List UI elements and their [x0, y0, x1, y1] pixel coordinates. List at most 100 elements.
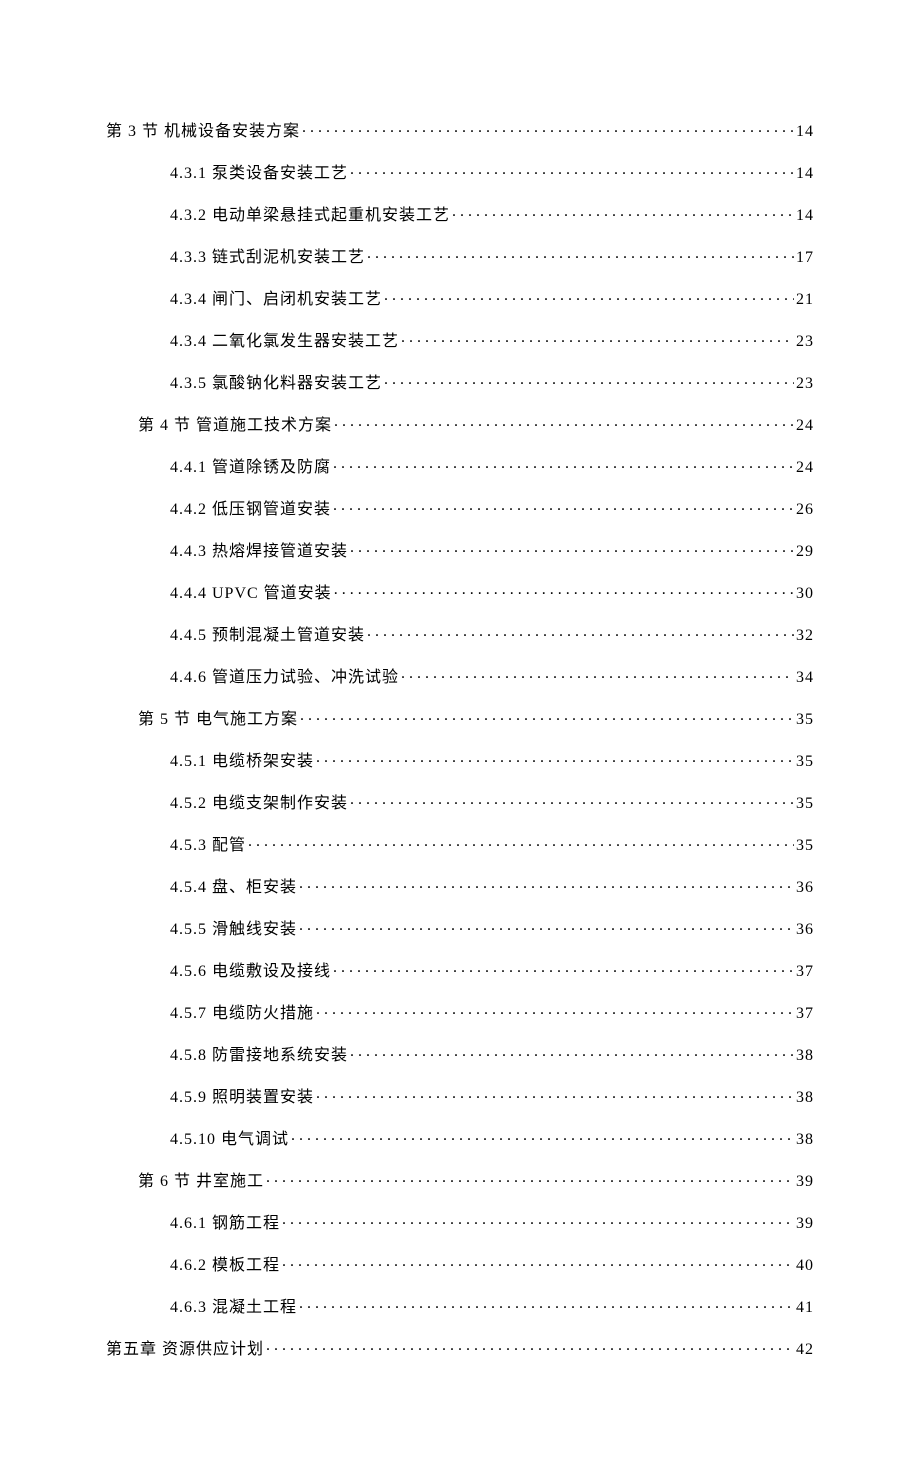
toc-entry-label: 4.3.5 氯酸钠化料器安装工艺: [170, 376, 382, 392]
toc-entry: 4.3.2 电动单梁悬挂式起重机安装工艺 14: [106, 204, 814, 224]
toc-entry: 4.4.2 低压钢管道安装 26: [106, 498, 814, 518]
toc-entry-page: 41: [796, 1300, 814, 1316]
toc-entry-label: 第 6 节 井室施工: [138, 1174, 264, 1190]
toc-leader-dots: [300, 708, 794, 724]
toc-entry-page: 36: [796, 880, 814, 896]
toc-leader-dots: [299, 918, 794, 934]
toc-entry-page: 39: [796, 1216, 814, 1232]
toc-entry-page: 39: [796, 1174, 814, 1190]
toc-entry: 第 5 节 电气施工方案 35: [106, 708, 814, 728]
toc-entry-label: 4.3.3 链式刮泥机安装工艺: [170, 250, 365, 266]
toc-leader-dots: [266, 1170, 794, 1186]
toc-entry: 4.5.4 盘、柜安装 36: [106, 876, 814, 896]
toc-entry-page: 38: [796, 1090, 814, 1106]
toc-entry-page: 23: [796, 334, 814, 350]
toc-leader-dots: [350, 540, 794, 556]
toc-leader-dots: [299, 876, 794, 892]
toc-leader-dots: [384, 372, 794, 388]
toc-entry-label: 第 3 节 机械设备安装方案: [106, 124, 300, 140]
toc-entry: 4.5.10 电气调试 38: [106, 1128, 814, 1148]
toc-entry-label: 第 4 节 管道施工技术方案: [138, 418, 332, 434]
toc-entry-page: 30: [796, 586, 814, 602]
toc-leader-dots: [350, 162, 794, 178]
toc-leader-dots: [401, 666, 794, 682]
toc-entry: 4.4.3 热熔焊接管道安装29: [106, 540, 814, 560]
toc-leader-dots: [367, 246, 794, 262]
toc-entry-page: 37: [796, 964, 814, 980]
toc-entry-page: 17: [796, 250, 814, 266]
toc-leader-dots: [333, 456, 794, 472]
toc-entry-label: 4.5.5 滑触线安装: [170, 922, 297, 938]
toc-entry: 4.5.1 电缆桥架安装 35: [106, 750, 814, 770]
toc-entry: 4.3.4 闸门、启闭机安装工艺 21: [106, 288, 814, 308]
toc-entry: 4.5.5 滑触线安装 36: [106, 918, 814, 938]
toc-entry-label: 第五章 资源供应计划: [106, 1342, 264, 1358]
toc-leader-dots: [384, 288, 794, 304]
toc-entry: 4.3.1 泵类设备安装工艺 14: [106, 162, 814, 182]
toc-entry-page: 24: [796, 460, 814, 476]
toc-entry-label: 4.5.6 电缆敷设及接线: [170, 964, 331, 980]
toc-entry-page: 35: [796, 796, 814, 812]
toc-entry-label: 4.5.9 照明装置安装: [170, 1090, 314, 1106]
toc-entry: 4.5.6 电缆敷设及接线 37: [106, 960, 814, 980]
toc-entry-label: 4.4.4 UPVC 管道安装: [170, 586, 332, 602]
toc-leader-dots: [266, 1338, 794, 1354]
toc-entry: 4.5.9 照明装置安装 38: [106, 1086, 814, 1106]
toc-entry: 4.6.2 模板工程 40: [106, 1254, 814, 1274]
toc-entry: 4.6.3 混凝土工程 41: [106, 1296, 814, 1316]
toc-leader-dots: [291, 1128, 794, 1144]
toc-leader-dots: [316, 1086, 794, 1102]
toc-leader-dots: [350, 792, 794, 808]
toc-entry-page: 21: [796, 292, 814, 308]
toc-entry-page: 14: [796, 208, 814, 224]
toc-entry-label: 4.3.2 电动单梁悬挂式起重机安装工艺: [170, 208, 450, 224]
toc-entry-page: 36: [796, 922, 814, 938]
toc-entry: 4.6.1 钢筋工程 39: [106, 1212, 814, 1232]
toc-entry: 4.3.4 二氧化氯发生器安装工艺 23: [106, 330, 814, 350]
toc-entry-page: 35: [796, 712, 814, 728]
toc-entry-label: 4.4.3 热熔焊接管道安装: [170, 544, 348, 560]
toc-entry-page: 37: [796, 1006, 814, 1022]
toc-entry: 4.5.2 电缆支架制作安装 35: [106, 792, 814, 812]
toc-entry-page: 24: [796, 418, 814, 434]
toc-entry: 4.4.5 预制混凝土管道安装32: [106, 624, 814, 644]
toc-entry: 4.4.1 管道除锈及防腐24: [106, 456, 814, 476]
toc-leader-dots: [401, 330, 794, 346]
toc-entry-label: 4.6.1 钢筋工程: [170, 1216, 280, 1232]
toc-entry-label: 4.4.6 管道压力试验、冲洗试验: [170, 670, 399, 686]
toc-entry-label: 4.5.2 电缆支架制作安装: [170, 796, 348, 812]
toc-entry: 4.5.3 配管 35: [106, 834, 814, 854]
toc-entry-label: 4.3.1 泵类设备安装工艺: [170, 166, 348, 182]
toc-leader-dots: [333, 960, 794, 976]
toc-leader-dots: [282, 1212, 794, 1228]
toc-entry-label: 4.4.5 预制混凝土管道安装: [170, 628, 365, 644]
toc-entry: 第五章 资源供应计划 42: [106, 1338, 814, 1358]
toc-entry-label: 4.4.2 低压钢管道安装: [170, 502, 331, 518]
toc-entry-label: 4.5.3 配管: [170, 838, 246, 854]
toc-entry-label: 4.5.4 盘、柜安装: [170, 880, 297, 896]
toc-entry-page: 35: [796, 838, 814, 854]
toc-leader-dots: [316, 1002, 794, 1018]
toc-leader-dots: [333, 498, 794, 514]
toc-entry-page: 26: [796, 502, 814, 518]
toc-leader-dots: [367, 624, 794, 640]
toc-leader-dots: [302, 120, 794, 136]
toc-entry-label: 4.5.7 电缆防火措施: [170, 1006, 314, 1022]
toc-entry: 4.5.8 防雷接地系统安装 38: [106, 1044, 814, 1064]
toc-entry-label: 4.3.4 二氧化氯发生器安装工艺: [170, 334, 399, 350]
toc-entry-page: 34: [796, 670, 814, 686]
toc-leader-dots: [452, 204, 794, 220]
toc-entry: 第 6 节 井室施工 39: [106, 1170, 814, 1190]
toc-entry: 第 3 节 机械设备安装方案14: [106, 120, 814, 140]
toc-leader-dots: [350, 1044, 794, 1060]
toc-entry: 4.4.4 UPVC 管道安装 30: [106, 582, 814, 602]
toc-entry-page: 42: [796, 1342, 814, 1358]
toc-leader-dots: [316, 750, 794, 766]
toc-entry-page: 23: [796, 376, 814, 392]
toc-entry-label: 4.5.8 防雷接地系统安装: [170, 1048, 348, 1064]
toc-entry-label: 4.6.3 混凝土工程: [170, 1300, 297, 1316]
toc-entry: 4.3.5 氯酸钠化料器安装工艺 23: [106, 372, 814, 392]
toc-leader-dots: [334, 414, 794, 430]
toc-leader-dots: [334, 582, 794, 598]
toc-entry: 4.3.3 链式刮泥机安装工艺 17: [106, 246, 814, 266]
